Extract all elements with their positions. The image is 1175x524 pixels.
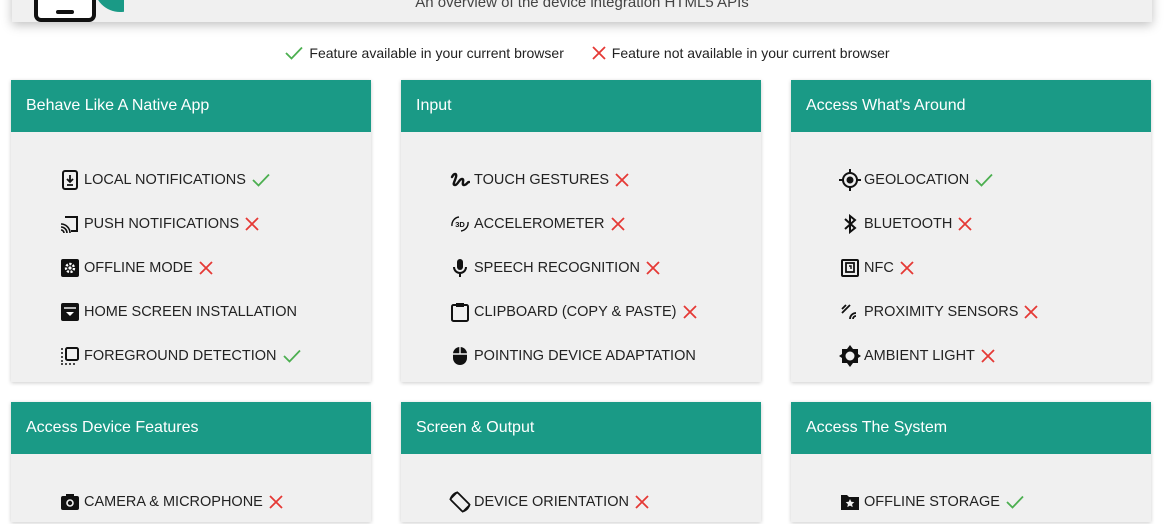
card-title[interactable]: Access What's Around (791, 80, 1151, 132)
card-whats-around: Access What's Around GEOLOCATION BLUETOO… (791, 80, 1151, 382)
feature-label: CLIPBOARD (COPY & PASTE) (474, 304, 677, 320)
microphone-icon (449, 257, 471, 279)
card-access-system: Access The System OFFLINE STORAGE (791, 402, 1151, 522)
feature-label: LOCAL NOTIFICATIONS (84, 172, 246, 188)
feature-bluetooth[interactable]: BLUETOOTH (839, 202, 1151, 246)
star-folder-icon (839, 491, 861, 513)
cross-icon (615, 173, 629, 187)
cross-icon (646, 261, 660, 275)
phone-download-icon (59, 169, 81, 191)
feature-touch-gestures[interactable]: TOUCH GESTURES (449, 158, 761, 202)
cross-icon (269, 495, 283, 509)
check-icon (252, 173, 270, 187)
header-subtitle: An overview of the device integration HT… (415, 0, 749, 11)
legend-unavailable: Feature not available in your current br… (592, 45, 890, 61)
card-title[interactable]: Screen & Output (401, 402, 761, 454)
feature-label: NFC (864, 260, 894, 276)
feature-geolocation[interactable]: GEOLOCATION (839, 158, 1151, 202)
feature-label: POINTING DEVICE ADAPTATION (474, 348, 696, 364)
feature-label: ACCELEROMETER (474, 216, 605, 232)
screen-rotation-icon (449, 491, 471, 513)
check-icon (975, 173, 993, 187)
cross-icon (1024, 305, 1039, 319)
feature-label: GEOLOCATION (864, 172, 970, 188)
feature-speech-recognition[interactable]: SPEECH RECOGNITION (449, 246, 761, 290)
cross-icon (682, 305, 697, 319)
gesture-icon (449, 169, 471, 191)
feature-local-notifications[interactable]: LOCAL NOTIFICATIONS (59, 158, 371, 202)
feature-ambient-light[interactable]: AMBIENT LIGHT (839, 334, 1151, 378)
feature-label: HOME SCREEN INSTALLATION (84, 304, 297, 320)
card-device-features: Access Device Features CAMERA & MICROPHO… (11, 402, 371, 522)
check-icon (1006, 495, 1024, 509)
legend-unavailable-label: Feature not available in your current br… (611, 45, 890, 61)
cross-icon (199, 261, 213, 275)
cast-icon (59, 213, 81, 235)
proximity-icon (839, 301, 861, 323)
card-title[interactable]: Behave Like A Native App (11, 80, 371, 132)
card-title[interactable]: Input (401, 80, 761, 132)
svg-text:3D: 3D (455, 220, 465, 229)
card-screen-output: Screen & Output DEVICE ORIENTATION (401, 402, 761, 522)
feature-home-screen-installation[interactable]: HOME SCREEN INSTALLATION (59, 290, 371, 334)
feature-offline-mode[interactable]: OFFLINE MODE (59, 246, 371, 290)
cross-icon (900, 261, 914, 275)
check-icon (282, 349, 301, 363)
feature-pointing-device[interactable]: POINTING DEVICE ADAPTATION (449, 334, 761, 378)
feature-accelerometer[interactable]: 3D ACCELEROMETER (449, 202, 761, 246)
install-box-icon (59, 301, 81, 323)
feature-push-notifications[interactable]: PUSH NOTIFICATIONS (59, 202, 371, 246)
header-card: An overview of the device integration HT… (12, 0, 1152, 22)
feature-label: FOREGROUND DETECTION (84, 348, 277, 364)
brightness-icon (839, 345, 861, 367)
nfc-icon (839, 257, 861, 279)
card-native-app: Behave Like A Native App LOCAL NOTIFICAT… (11, 80, 371, 382)
feature-camera-microphone[interactable]: CAMERA & MICROPHONE (59, 480, 371, 524)
feature-nfc[interactable]: NFC (839, 246, 1151, 290)
gear-box-icon (59, 257, 81, 279)
foreground-icon (59, 345, 81, 367)
feature-foreground-detection[interactable]: FOREGROUND DETECTION (59, 334, 371, 378)
bluetooth-icon (839, 213, 861, 235)
feature-label: PUSH NOTIFICATIONS (84, 216, 240, 232)
feature-label: PROXIMITY SENSORS (864, 304, 1019, 320)
cross-icon (635, 495, 649, 509)
feature-label: OFFLINE STORAGE (864, 494, 1000, 510)
cross-icon (610, 217, 625, 231)
feature-device-orientation[interactable]: DEVICE ORIENTATION (449, 480, 761, 524)
feature-proximity-sensors[interactable]: PROXIMITY SENSORS (839, 290, 1151, 334)
cross-icon (958, 217, 972, 231)
cross-icon (981, 349, 995, 363)
feature-label: SPEECH RECOGNITION (474, 260, 640, 276)
feature-label: AMBIENT LIGHT (864, 348, 975, 364)
cross-icon (245, 217, 259, 231)
feature-offline-storage[interactable]: OFFLINE STORAGE (839, 480, 1151, 524)
card-title[interactable]: Access Device Features (11, 402, 371, 454)
rotate-3d-icon: 3D (449, 213, 471, 235)
feature-label: OFFLINE MODE (84, 260, 193, 276)
feature-label: BLUETOOTH (864, 216, 953, 232)
cross-icon (592, 46, 606, 60)
feature-label: CAMERA & MICROPHONE (84, 494, 263, 510)
legend-available: Feature available in your current browse… (285, 45, 564, 61)
card-input: Input TOUCH GESTURES 3D ACCELEROMETER SP… (401, 80, 761, 382)
camera-icon (59, 491, 81, 513)
legend: Feature available in your current browse… (0, 45, 1175, 63)
check-icon (285, 46, 304, 60)
mouse-icon (449, 345, 471, 367)
clipboard-icon (449, 301, 471, 323)
card-title[interactable]: Access The System (791, 402, 1151, 454)
feature-label: DEVICE ORIENTATION (474, 494, 629, 510)
feature-clipboard[interactable]: CLIPBOARD (COPY & PASTE) (449, 290, 761, 334)
legend-available-label: Feature available in your current browse… (309, 45, 564, 61)
crosshair-icon (839, 169, 861, 191)
feature-label: TOUCH GESTURES (474, 172, 610, 188)
